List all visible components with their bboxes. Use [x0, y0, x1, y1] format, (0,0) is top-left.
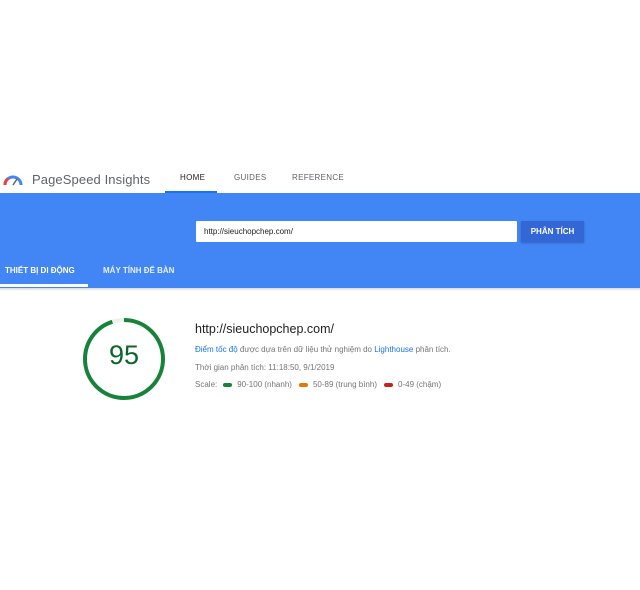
nav-guides[interactable]: GUIDES	[234, 173, 266, 182]
tab-active-indicator	[0, 284, 88, 287]
scale-slow-label: 0-49 (chậm)	[398, 380, 442, 389]
scale-average-pill	[298, 382, 308, 387]
scale-slow-pill	[384, 382, 393, 387]
nav-reference[interactable]: REFERENCE	[292, 173, 344, 182]
tab-mobile[interactable]: THIẾT BỊ DI ĐỘNG	[5, 266, 75, 275]
desc-end-text: phân tích.	[413, 345, 451, 354]
scale-average-label: 50-89 (trung bình)	[312, 380, 377, 389]
analyze-button[interactable]: PHÂN TÍCH	[521, 221, 584, 242]
tab-desktop[interactable]: MÁY TÍNH ĐỂ BÀN	[103, 266, 174, 275]
top-bar: PageSpeed Insights HOME GUIDES REFERENCE	[0, 162, 640, 193]
band-shadow	[0, 288, 640, 291]
desc-text: được dựa trên dữ liệu thử nghiệm do	[237, 345, 375, 354]
url-input[interactable]	[196, 221, 517, 242]
score-description: Điểm tốc độ được dựa trên dữ liệu thử ng…	[195, 345, 451, 354]
scale-fast-pill	[223, 382, 233, 387]
brand-title[interactable]: PageSpeed Insights	[32, 172, 150, 187]
pagespeed-gauge-icon[interactable]	[3, 171, 23, 187]
scale-fast-label: 90-100 (nhanh)	[237, 380, 292, 389]
nav-home[interactable]: HOME	[180, 173, 205, 182]
scale-label: Scale:	[195, 380, 218, 389]
score-scale: Scale: 90-100 (nhanh) 50-89 (trung bình)…	[195, 380, 441, 389]
speed-score-link[interactable]: Điểm tốc độ	[195, 345, 238, 354]
result-url: http://sieuchopchep.com/	[195, 322, 334, 336]
lighthouse-link[interactable]: Lighthouse	[374, 345, 413, 354]
score-value: 95	[108, 340, 140, 370]
analysis-time: Thời gian phân tích: 11:18:50, 9/1/2019	[195, 363, 335, 372]
